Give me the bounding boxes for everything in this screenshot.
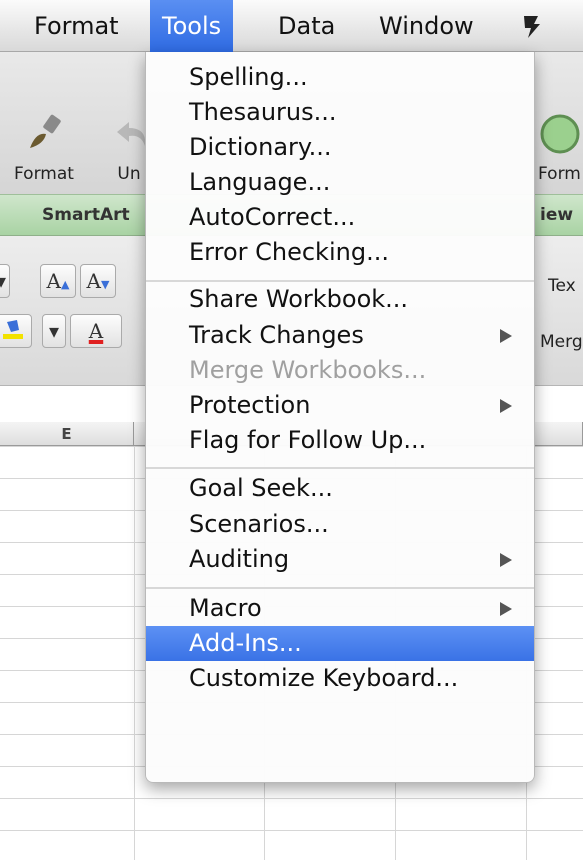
menu-item-auditing[interactable]: Auditing bbox=[146, 542, 534, 577]
script-menu-icon[interactable] bbox=[520, 14, 544, 40]
undo-label: Un bbox=[117, 164, 141, 184]
tab-review[interactable]: iew bbox=[540, 205, 573, 225]
merge-label[interactable]: Merge bbox=[540, 332, 583, 352]
menu-item-macro[interactable]: Macro bbox=[146, 591, 534, 626]
auditing-label: Auditing bbox=[189, 545, 290, 573]
submenu-arrow-icon bbox=[500, 329, 512, 343]
menu-item-flag-for-follow-up[interactable]: Flag for Follow Up... bbox=[146, 423, 534, 458]
submenu-arrow-icon bbox=[500, 553, 512, 567]
menu-item-customize-keyboard[interactable]: Customize Keyboard... bbox=[146, 661, 534, 696]
menu-item-language[interactable]: Language... bbox=[146, 165, 534, 200]
decrease-font-size-button[interactable]: A▼ bbox=[80, 264, 116, 298]
format-right-label: Form bbox=[538, 164, 581, 184]
font-dropdown-button[interactable]: ▾ bbox=[0, 264, 10, 298]
formulas-button[interactable]: Form bbox=[538, 112, 583, 184]
increase-font-label: A bbox=[46, 269, 61, 293]
menu-separator bbox=[146, 467, 534, 469]
submenu-arrow-icon bbox=[500, 602, 512, 616]
submenu-arrow-icon bbox=[500, 399, 512, 413]
format-painter-button[interactable]: Format bbox=[14, 112, 74, 184]
tools-menu: Spelling... Thesaurus... Dictionary... L… bbox=[145, 52, 535, 783]
menu-item-scenarios[interactable]: Scenarios... bbox=[146, 507, 534, 542]
menu-item-merge-workbooks: Merge Workbooks... bbox=[189, 356, 427, 384]
paintbrush-icon bbox=[29, 114, 61, 148]
menu-separator bbox=[146, 587, 534, 589]
formula-icon bbox=[540, 114, 580, 154]
menubar: Format Tools Data Window bbox=[0, 0, 583, 52]
menu-item-autocorrect[interactable]: AutoCorrect... bbox=[146, 200, 534, 235]
undo-button[interactable]: Un bbox=[113, 112, 145, 184]
menu-item-dictionary[interactable]: Dictionary... bbox=[146, 130, 534, 165]
menu-item-goal-seek[interactable]: Goal Seek... bbox=[146, 471, 534, 506]
macro-label: Macro bbox=[189, 594, 262, 622]
track-changes-label: Track Changes bbox=[189, 321, 364, 349]
decrease-font-label: A bbox=[86, 269, 101, 293]
column-header-e[interactable]: E bbox=[0, 422, 134, 446]
menu-tools[interactable]: Tools bbox=[150, 0, 234, 52]
menu-item-error-checking[interactable]: Error Checking... bbox=[146, 235, 534, 270]
highlight-color-button[interactable] bbox=[0, 314, 32, 348]
highlight-dropdown-button[interactable]: ▾ bbox=[42, 314, 66, 348]
protection-label: Protection bbox=[189, 391, 311, 419]
highlighter-icon bbox=[3, 320, 23, 339]
menu-item-track-changes[interactable]: Track Changes bbox=[146, 318, 534, 353]
grid-row-line bbox=[0, 798, 583, 799]
menu-item-share-workbook[interactable]: Share Workbook... bbox=[146, 282, 534, 317]
menu-item-thesaurus[interactable]: Thesaurus... bbox=[146, 95, 534, 130]
menu-format[interactable]: Format bbox=[22, 0, 131, 52]
menu-window[interactable]: Window bbox=[367, 0, 486, 52]
increase-font-size-button[interactable]: A▲ bbox=[40, 264, 76, 298]
menu-item-spelling[interactable]: Spelling... bbox=[146, 60, 534, 95]
wrap-text-label[interactable]: Tex bbox=[548, 276, 576, 296]
undo-icon bbox=[117, 122, 145, 146]
font-color-label: A bbox=[88, 319, 104, 343]
menu-item-add-ins[interactable]: Add-Ins... bbox=[146, 626, 534, 661]
format-label: Format bbox=[14, 164, 74, 184]
font-color-button[interactable]: A bbox=[70, 314, 122, 348]
menu-data[interactable]: Data bbox=[266, 0, 347, 52]
menu-item-protection[interactable]: Protection bbox=[146, 388, 534, 423]
grid-row-line bbox=[0, 830, 583, 831]
tab-smartart[interactable]: SmartArt bbox=[42, 205, 130, 225]
